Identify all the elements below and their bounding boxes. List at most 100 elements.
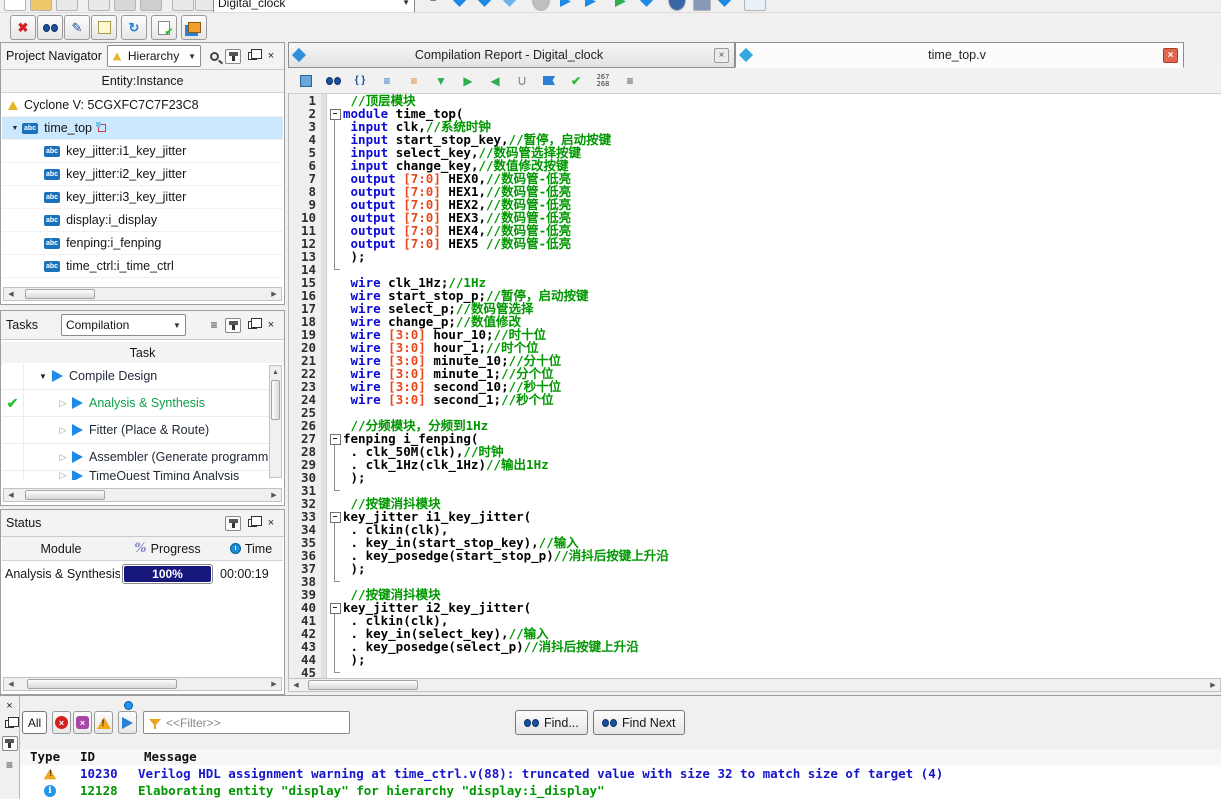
pin-assignments-icon[interactable] xyxy=(453,0,466,7)
open-file-icon[interactable] xyxy=(30,0,52,11)
fold-collapse-icon[interactable] xyxy=(327,432,343,445)
scroll-up-arrow[interactable]: ▲ xyxy=(270,367,282,378)
crossprobe-button[interactable]: ✖ xyxy=(10,15,36,40)
rapid-recompile-icon[interactable] xyxy=(615,0,626,7)
run-task-icon[interactable] xyxy=(52,370,63,382)
errors-filter-button[interactable]: × xyxy=(52,711,71,734)
scroll-right-arrow[interactable]: ▶ xyxy=(1207,680,1219,691)
attach-button[interactable]: ∪ xyxy=(512,71,532,91)
warnings-filter-button[interactable] xyxy=(94,711,113,734)
editor-hscrollbar[interactable]: ◀ ▶ xyxy=(288,678,1221,692)
pin-button[interactable] xyxy=(1,736,18,751)
code-editor[interactable]: 1 //顶层模块 2 module time_top(3 input clk,//系… xyxy=(288,94,1221,678)
task-row[interactable]: ▷ Assembler (Generate programm xyxy=(2,444,283,471)
run-task-icon[interactable] xyxy=(72,424,83,436)
paste-icon[interactable] xyxy=(140,0,162,11)
find-button[interactable] xyxy=(323,71,343,91)
code-line[interactable]: 36 . key_posedge(start_stop_p)//消抖后按键上升沿 xyxy=(289,549,1221,562)
tasks-vscrollbar[interactable]: ▲ xyxy=(269,365,282,478)
code-line[interactable]: 43 . key_posedge(select_p)//消抖后按键上升沿 xyxy=(289,640,1221,653)
tasks-hscrollbar[interactable]: ◀ ▶ xyxy=(3,488,282,502)
all-messages-button[interactable]: All xyxy=(22,711,47,734)
progress-column-header[interactable]: % Progress xyxy=(120,541,215,556)
expander-icon[interactable]: ▷ xyxy=(56,471,70,480)
find-button[interactable] xyxy=(37,15,63,40)
float-button[interactable] xyxy=(244,516,262,531)
close-button[interactable]: × xyxy=(263,318,279,333)
expander-icon[interactable]: ▷ xyxy=(56,425,70,436)
scroll-thumb[interactable] xyxy=(25,490,105,500)
task-column-header[interactable]: Task xyxy=(1,342,284,365)
expander-icon[interactable]: ▼ xyxy=(36,372,50,381)
pin-button[interactable] xyxy=(225,317,241,333)
bookmark-button[interactable]: ▼ xyxy=(431,71,451,91)
scroll-left-arrow[interactable]: ◀ xyxy=(5,679,17,690)
message-row[interactable]: i 12128 Elaborating entity "display" for h… xyxy=(20,782,1221,799)
navigator-hscrollbar[interactable]: ◀ ▶ xyxy=(3,287,282,301)
tree-item[interactable]: abc key_jitter:i1_key_jitter xyxy=(2,140,283,163)
start-compilation-icon[interactable] xyxy=(560,0,571,7)
hierarchy-combo[interactable]: Hierarchy ▼ xyxy=(106,45,201,67)
code-line[interactable]: 13 ); xyxy=(289,250,1221,263)
fold-collapse-icon[interactable] xyxy=(327,510,343,523)
timing-analyzer-icon[interactable] xyxy=(668,0,686,11)
text-editor-button[interactable]: ✎ xyxy=(64,15,90,40)
tree-item[interactable]: abc fenping:i_fenping xyxy=(2,232,283,255)
task-row[interactable]: ▷ TimeQuest Timing Analysis xyxy=(2,471,283,480)
tree-item[interactable]: Cyclone V: 5CGXFC7C7F23C8 xyxy=(2,94,283,117)
undo-icon[interactable] xyxy=(172,0,194,11)
save-icon[interactable] xyxy=(56,0,78,11)
scroll-left-arrow[interactable]: ◀ xyxy=(5,289,17,300)
status-hscrollbar[interactable]: ◀ ▶ xyxy=(3,677,282,691)
prev-bookmark-button[interactable]: ◀ xyxy=(485,71,505,91)
chevron-icon[interactable] xyxy=(640,0,653,7)
module-column-header[interactable]: Module xyxy=(2,542,120,556)
tree-item[interactable]: abc key_jitter:i3_key_jitter xyxy=(2,186,283,209)
message-row[interactable]: 10230 Verilog HDL assignment warning at t… xyxy=(20,765,1221,782)
settings-icon[interactable]: ≡ xyxy=(430,0,436,5)
tree-item[interactable]: ▼ abc time_top xyxy=(2,117,283,140)
code-line[interactable]: 30 ); xyxy=(289,471,1221,484)
cut-icon[interactable] xyxy=(88,0,110,11)
close-tab-icon[interactable]: × xyxy=(1163,47,1178,63)
notes-button[interactable] xyxy=(91,15,117,40)
copy-icon[interactable] xyxy=(114,0,136,11)
analysis-check-button[interactable] xyxy=(151,15,177,40)
scroll-thumb[interactable] xyxy=(271,380,280,420)
code-line[interactable]: 44 ); xyxy=(289,653,1221,666)
indent-button[interactable]: ≡ xyxy=(377,71,397,91)
entity-instance-column-header[interactable]: Entity:Instance xyxy=(1,70,284,93)
refresh-button[interactable]: ↻ xyxy=(121,15,147,40)
fold-collapse-icon[interactable] xyxy=(327,601,343,614)
float-button[interactable] xyxy=(244,318,262,333)
close-button[interactable]: × xyxy=(2,700,18,712)
chevron-icon[interactable] xyxy=(718,0,731,7)
message-column-header[interactable]: Message xyxy=(138,749,197,765)
start-analysis-icon[interactable] xyxy=(585,0,596,7)
float-button[interactable] xyxy=(244,49,262,64)
scroll-right-arrow[interactable]: ▶ xyxy=(268,490,280,501)
run-task-icon[interactable] xyxy=(72,471,83,480)
search-button[interactable] xyxy=(206,49,222,64)
close-tab-icon[interactable]: × xyxy=(714,47,729,63)
run-task-icon[interactable] xyxy=(72,451,83,463)
scroll-right-arrow[interactable]: ▶ xyxy=(268,679,280,690)
find-button[interactable]: Find... xyxy=(515,710,588,735)
new-file-icon[interactable] xyxy=(4,0,26,11)
stop-processing-icon[interactable] xyxy=(532,0,550,11)
unindent-button[interactable]: ≡ xyxy=(404,71,424,91)
comment-flag-button[interactable] xyxy=(539,71,559,91)
scroll-right-arrow[interactable]: ▶ xyxy=(268,289,280,300)
expander-icon[interactable]: ▷ xyxy=(56,398,70,409)
close-button[interactable]: × xyxy=(263,516,279,531)
wizard-icon[interactable] xyxy=(503,0,516,7)
code-line[interactable]: 24 wire [3:0] second_1;//秒个位 xyxy=(289,393,1221,406)
code-line[interactable]: 29 . clk_1Hz(clk_1Hz)//输出1Hz xyxy=(289,458,1221,471)
menu-button[interactable]: ≡ xyxy=(206,318,222,333)
task-row[interactable]: ▼ Compile Design xyxy=(2,363,283,390)
scroll-thumb[interactable] xyxy=(308,680,418,690)
id-column-header[interactable]: ID xyxy=(80,749,138,765)
expander-icon[interactable]: ▷ xyxy=(56,452,70,463)
menu-button[interactable]: ≡ xyxy=(2,757,18,772)
time-column-header[interactable]: Time xyxy=(215,542,283,556)
